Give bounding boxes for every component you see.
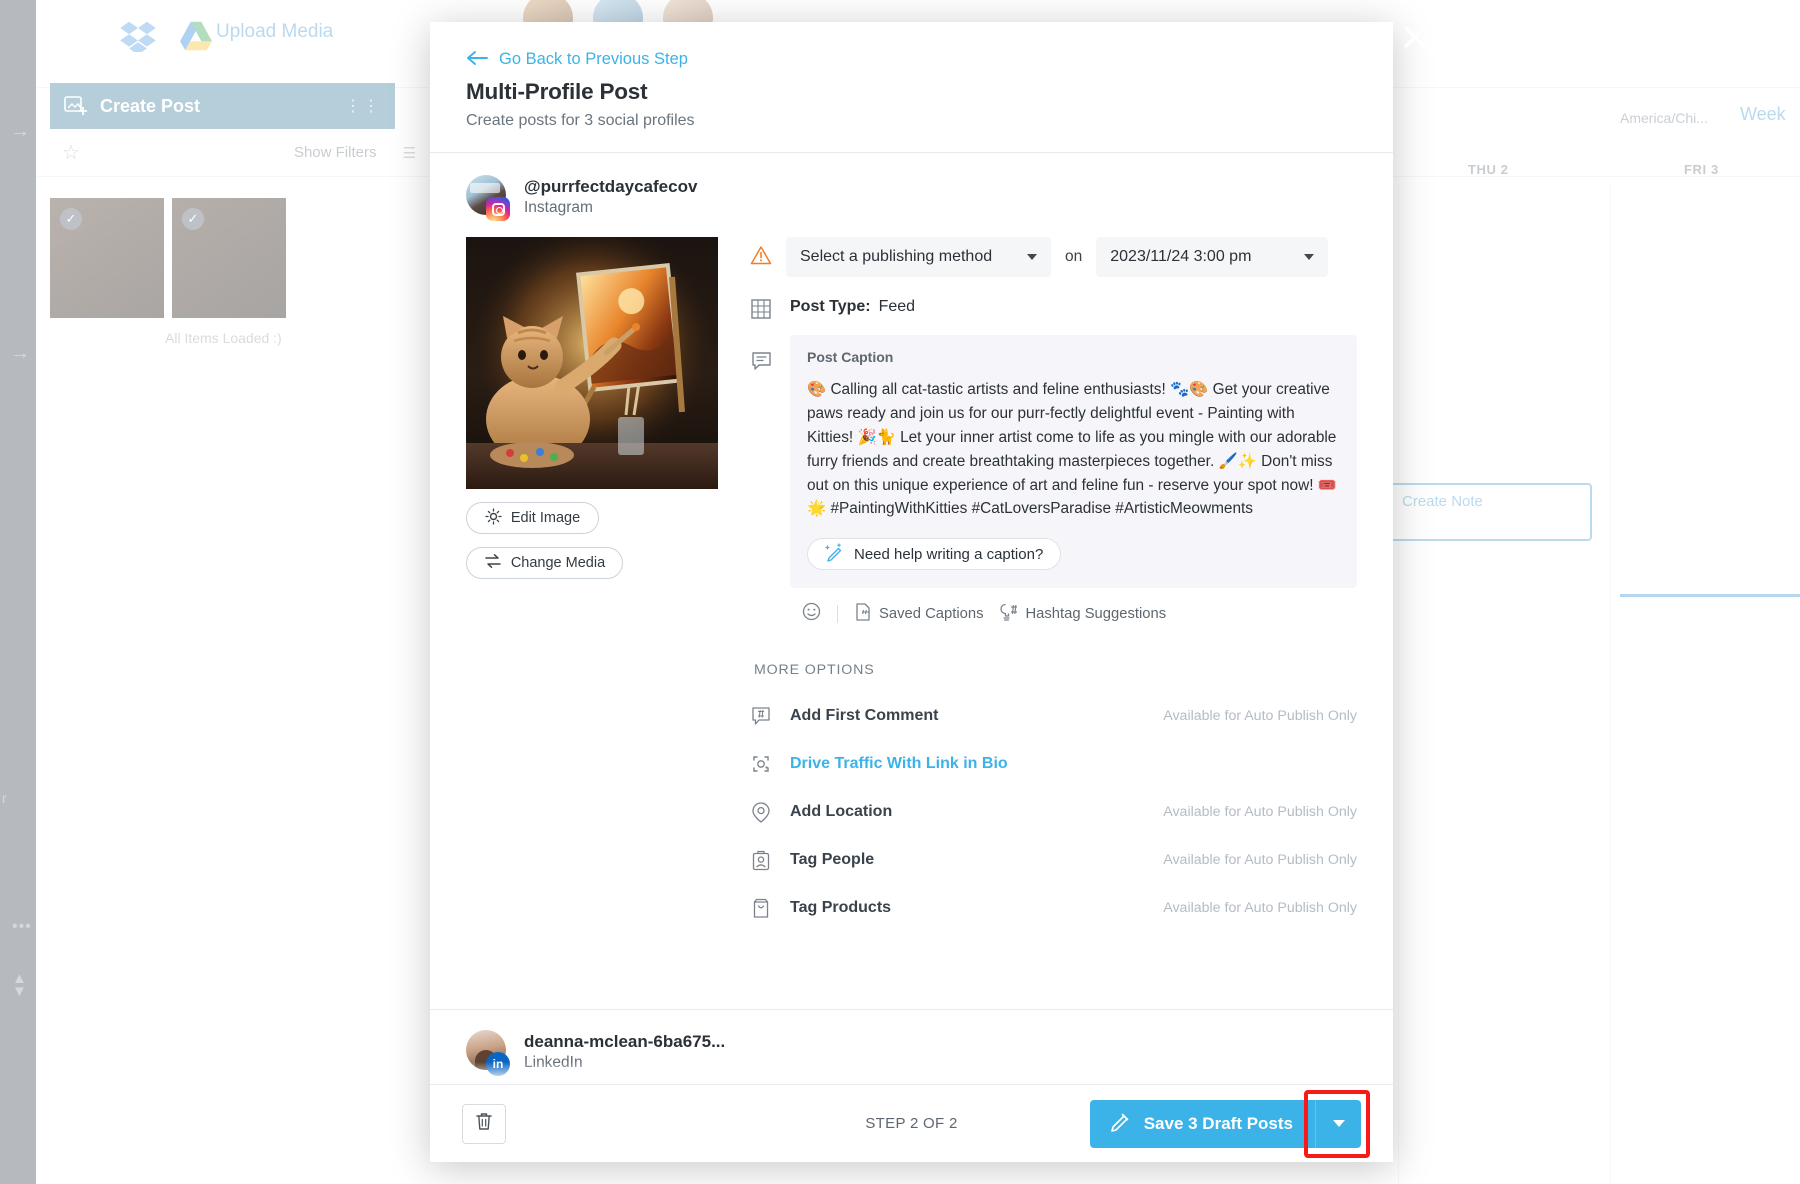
schedule-date-select[interactable]: 2023/11/24 3:00 pm <box>1096 237 1329 277</box>
saved-captions-label: Saved Captions <box>879 606 984 623</box>
warning-triangle-icon <box>750 245 772 270</box>
more-options-heading: MORE OPTIONS <box>754 662 875 679</box>
saved-captions-icon <box>854 603 872 625</box>
post-editor-area: Edit Image Change Media Select a publish… <box>430 227 1393 932</box>
page-title: Multi-Profile Post <box>466 79 648 104</box>
edit-image-label: Edit Image <box>510 510 581 526</box>
chevron-down-icon <box>1027 254 1037 260</box>
caption-toolbar: Saved Captions Hashtag Suggestions <box>750 602 1357 626</box>
option-note: Available for Auto Publish Only <box>1163 708 1357 725</box>
caret-down-icon <box>1332 1120 1345 1127</box>
option-label: Tag People <box>790 851 875 869</box>
page-subtitle: Create posts for 3 social profiles <box>466 112 695 129</box>
media-column: Edit Image Change Media <box>466 237 718 932</box>
save-draft-posts-button[interactable]: Save 3 Draft Posts <box>1089 1099 1315 1148</box>
publishing-method-select[interactable]: Select a publishing method <box>786 237 1051 277</box>
arrow-left-icon <box>466 48 488 70</box>
caption-helper-label: Need help writing a caption? <box>854 545 1044 563</box>
save-button-group: Save 3 Draft Posts <box>1089 1089 1370 1158</box>
option-add-location[interactable]: Add Location Available for Auto Publish … <box>750 788 1357 836</box>
peek-profile-handle: deanna-mclean-6ba675... <box>524 1032 726 1051</box>
hashtag-suggestions-label: Hashtag Suggestions <box>1025 606 1167 623</box>
option-label: Drive Traffic With Link in Bio <box>790 755 1008 773</box>
more-options-list: Add First Comment Available for Auto Pub… <box>750 692 1357 932</box>
toolbar-divider <box>837 605 838 624</box>
modal-header: Go Back to Previous Step Multi-Profile P… <box>430 22 1393 153</box>
post-type-value: Feed <box>878 298 916 315</box>
option-tag-people[interactable]: Tag People Available for Auto Publish On… <box>750 836 1357 884</box>
option-note: Available for Auto Publish Only <box>1163 852 1357 869</box>
comment-hash-icon <box>750 706 772 726</box>
swap-icon <box>484 553 502 573</box>
magic-pen-icon <box>825 543 844 566</box>
delete-button[interactable] <box>462 1103 506 1144</box>
option-add-first-comment[interactable]: Add First Comment Available for Auto Pub… <box>750 692 1357 740</box>
pencil-icon <box>1110 1111 1131 1137</box>
post-type-row: Post Type: Feed <box>750 295 1357 319</box>
comment-icon <box>750 335 772 372</box>
change-media-button[interactable]: Change Media <box>466 547 623 579</box>
emoji-icon[interactable] <box>802 602 821 626</box>
modal-footer: STEP 2 OF 2 Save 3 Draft Posts <box>430 1084 1393 1162</box>
modal-body: Edit Image Change Media Select a publish… <box>430 227 1393 1009</box>
multi-profile-post-modal: Go Back to Previous Step Multi-Profile P… <box>430 22 1393 1162</box>
post-type-label: Post Type: <box>790 298 871 315</box>
profile-header: @purrfectdaycafecov Instagram <box>430 153 1393 227</box>
go-back-link[interactable]: Go Back to Previous Step <box>466 48 1357 70</box>
publishing-method-value: Select a publishing method <box>800 248 993 265</box>
caption-card[interactable]: Post Caption 🎨 Calling all cat-tastic ar… <box>790 335 1357 589</box>
fields-column: Select a publishing method on 2023/11/24… <box>718 237 1357 932</box>
save-options-dropdown-button[interactable] <box>1315 1099 1361 1148</box>
grid-icon <box>750 295 772 319</box>
option-note: Available for Auto Publish Only <box>1163 804 1357 821</box>
chevron-down-icon <box>1304 254 1315 260</box>
go-back-label: Go Back to Previous Step <box>499 49 688 68</box>
publishing-row: Select a publishing method on 2023/11/24… <box>750 237 1357 277</box>
schedule-date-value: 2023/11/24 3:00 pm <box>1110 248 1252 265</box>
hashtag-suggestions-button[interactable]: Hashtag Suggestions <box>999 603 1166 625</box>
profile-network: Instagram <box>524 199 593 216</box>
scroll-fade <box>466 1062 1357 1082</box>
media-preview[interactable] <box>466 237 718 489</box>
saved-captions-button[interactable]: Saved Captions <box>854 603 983 625</box>
hashtag-bulb-icon <box>999 603 1018 625</box>
edit-image-button[interactable]: Edit Image <box>466 502 599 534</box>
option-label: Add First Comment <box>790 707 939 725</box>
save-label: Save 3 Draft Posts <box>1143 1113 1293 1133</box>
option-note: Available for Auto Publish Only <box>1163 900 1357 917</box>
close-icon[interactable] <box>1396 18 1434 56</box>
on-label: on <box>1065 248 1083 265</box>
avatar <box>466 175 510 221</box>
option-tag-products[interactable]: Tag Products Available for Auto Publish … <box>750 884 1357 932</box>
tag-people-icon <box>750 850 772 871</box>
option-label: Tag Products <box>790 899 892 917</box>
trash-icon <box>475 1111 493 1136</box>
caption-title: Post Caption <box>807 349 894 365</box>
instagram-icon <box>486 197 510 221</box>
link-in-bio-icon <box>750 754 772 774</box>
caption-section: Post Caption 🎨 Calling all cat-tastic ar… <box>750 335 1357 589</box>
cat-painting-image <box>466 237 718 489</box>
caption-helper-button[interactable]: Need help writing a caption? <box>807 538 1062 571</box>
location-pin-icon <box>750 802 772 823</box>
caption-text[interactable]: 🎨 Calling all cat-tastic artists and fel… <box>807 378 1340 521</box>
option-drive-traffic-link-in-bio[interactable]: Drive Traffic With Link in Bio <box>750 740 1357 788</box>
profile-handle: @purrfectdaycafecov <box>524 177 698 196</box>
next-profile-peek[interactable]: in deanna-mclean-6ba675... LinkedIn <box>430 1009 1393 1084</box>
change-media-label: Change Media <box>510 555 606 571</box>
option-label: Add Location <box>790 803 893 821</box>
magic-wand-icon <box>485 507 502 529</box>
tag-products-icon <box>750 898 772 919</box>
